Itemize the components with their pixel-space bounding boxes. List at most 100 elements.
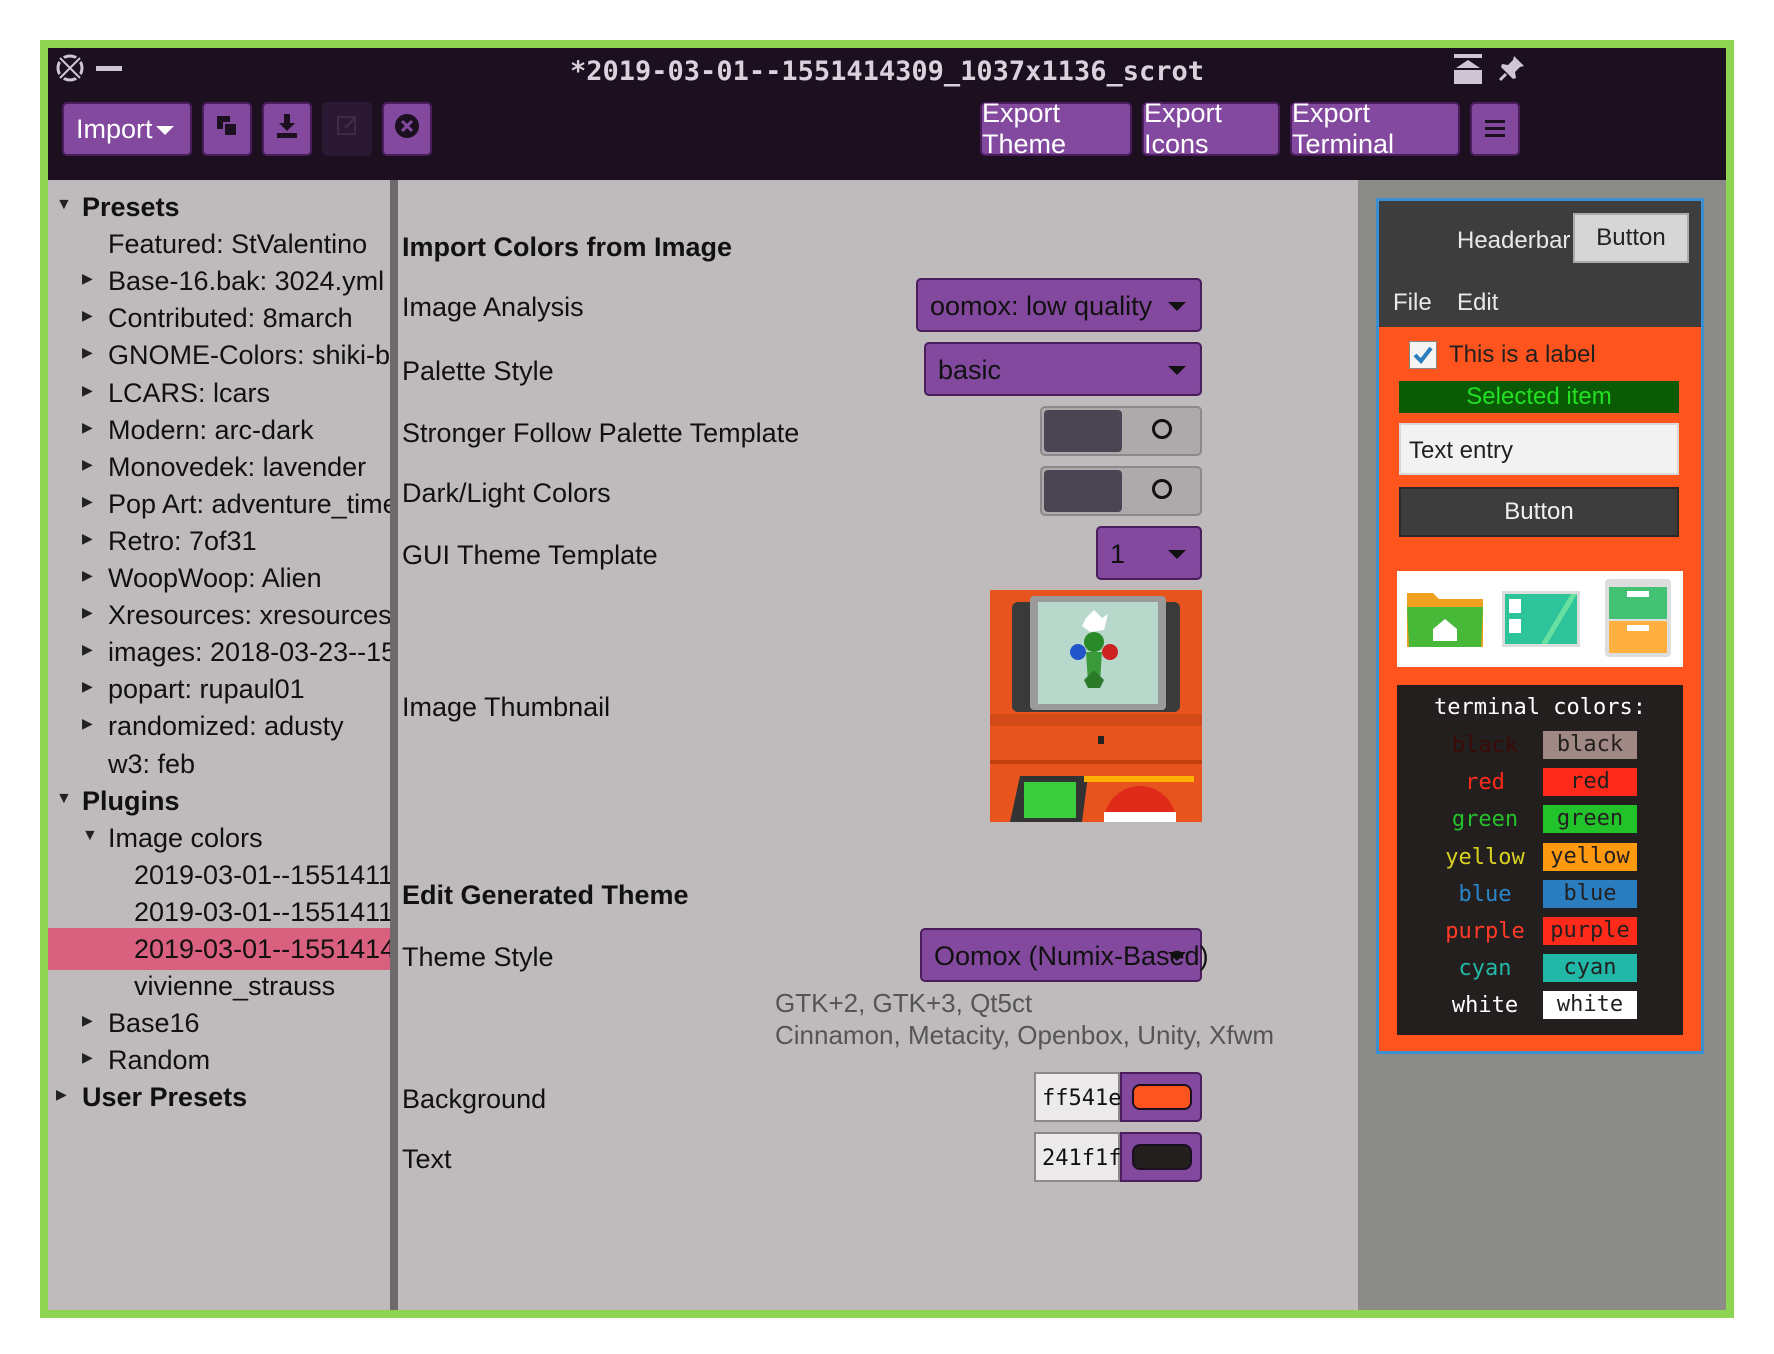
pane-splitter[interactable] xyxy=(390,180,398,1310)
color-swatch xyxy=(1132,1084,1192,1110)
expand-right-icon[interactable]: ▶ xyxy=(82,641,93,658)
remove-button[interactable] xyxy=(382,102,432,156)
preview-selected-item[interactable]: Selected item xyxy=(1399,381,1679,413)
preset-tree: ▼ Presets Featured: StValentino ▶ Base-16.ba… xyxy=(48,180,390,1310)
tree-item-label: vivienne_strauss xyxy=(134,971,336,1002)
expand-right-icon[interactable]: ▶ xyxy=(82,270,93,287)
tree-item[interactable]: vivienne_strauss xyxy=(48,965,390,1007)
tree-item[interactable]: ▶ popart: rupaul01 xyxy=(48,668,390,710)
expand-right-icon[interactable]: ▶ xyxy=(56,1086,67,1103)
image-thumbnail xyxy=(990,590,1202,822)
tree-item[interactable]: ▶ User Presets xyxy=(48,1076,390,1118)
stronger-follow-switch[interactable] xyxy=(1040,406,1202,456)
tree-item[interactable]: ▶ Contributed: 8march xyxy=(48,297,390,339)
import-colors-header: Import Colors from Image xyxy=(402,232,733,262)
terminal-color-row: blue blue xyxy=(1397,878,1683,914)
expand-right-icon[interactable]: ▶ xyxy=(82,419,93,436)
tree-item[interactable]: ▶ LCARS: lcars xyxy=(48,372,390,414)
expand-right-icon[interactable]: ▶ xyxy=(82,493,93,510)
tree-item[interactable]: ▶ Base16 xyxy=(48,1002,390,1044)
expand-right-icon[interactable]: ▶ xyxy=(82,344,93,361)
tree-item-label: Pop Art: adventure_time xyxy=(108,488,390,519)
menu-edit[interactable]: Edit xyxy=(1457,289,1498,317)
gui-template-dropdown[interactable]: 1 xyxy=(1096,526,1202,580)
terminal-preview: terminal colors: black black red red green gr… xyxy=(1397,685,1683,1035)
switch-off-icon xyxy=(1152,419,1172,439)
preview-frame: Headerbar Button File Edit This is a lab… xyxy=(1376,198,1704,1054)
expand-right-icon[interactable]: ▶ xyxy=(82,567,93,584)
tree-item[interactable]: 2019-03-01--1551411 xyxy=(48,854,390,896)
expand-right-icon[interactable]: ▶ xyxy=(82,382,93,399)
palette-style-label: Palette Style xyxy=(402,356,554,386)
tree-item-label: Featured: StValentino xyxy=(108,229,368,260)
tree-item-label: 2019-03-01--1551414 xyxy=(134,934,390,964)
tree-item[interactable]: ▶ Monovedek: lavender xyxy=(48,446,390,488)
tree-item[interactable]: ▶ WoopWoop: Alien xyxy=(48,557,390,599)
maximize-icon[interactable] xyxy=(1452,52,1484,93)
tree-item[interactable]: ▶ Random xyxy=(48,1039,390,1081)
import-menu-button[interactable]: Import xyxy=(62,102,192,156)
dark-light-switch[interactable] xyxy=(1040,466,1202,516)
tree-item[interactable]: 2019-03-01--1551411 xyxy=(48,891,390,933)
chevron-down-icon xyxy=(1168,550,1186,559)
export-theme-button[interactable]: Export Theme xyxy=(980,98,1132,159)
tree-item[interactable]: Featured: StValentino xyxy=(48,223,390,265)
tree-item[interactable]: ▼ Presets xyxy=(48,186,390,228)
expand-right-icon[interactable]: ▶ xyxy=(82,715,93,732)
theme-style-dropdown[interactable]: Oomox (Numix-Based) xyxy=(920,928,1209,982)
preview-text-entry[interactable]: Text entry xyxy=(1399,423,1679,475)
save-button[interactable] xyxy=(262,102,312,156)
expand-right-icon[interactable]: ▶ xyxy=(82,530,93,547)
expand-right-icon[interactable]: ▶ xyxy=(82,1012,93,1029)
tree-item-label: Contributed: 8march xyxy=(108,303,353,334)
text-color-button[interactable] xyxy=(1120,1132,1202,1182)
export-icons-button[interactable]: Export Icons xyxy=(1142,98,1280,159)
tree-item[interactable]: ▶ images: 2018-03-23--15 xyxy=(48,631,390,673)
menu-file[interactable]: File xyxy=(1393,289,1432,317)
text-color-picker[interactable]: 241f1f xyxy=(1034,1132,1202,1182)
tree-item[interactable]: ▶ Xresources: xresources xyxy=(48,594,390,636)
hamburger-menu-button[interactable] xyxy=(1470,102,1520,156)
tree-item[interactable]: ▶ Retro: 7of31 xyxy=(48,520,390,562)
chevron-down-icon xyxy=(1168,366,1186,375)
tree-item[interactable]: 2019-03-01--1551414 xyxy=(48,928,390,970)
expand-right-icon[interactable]: ▶ xyxy=(82,456,93,473)
preview-button[interactable]: Button xyxy=(1399,487,1679,537)
expand-down-icon[interactable]: ▼ xyxy=(82,827,98,845)
expand-right-icon[interactable]: ▶ xyxy=(82,1049,93,1066)
tree-item-label: Base16 xyxy=(108,1008,200,1039)
terminal-color-bg: black xyxy=(1543,731,1637,759)
tree-item-label: Base-16.bak: 3024.yml xyxy=(108,266,385,297)
tree-item[interactable]: ▶ Pop Art: adventure_time xyxy=(48,483,390,525)
pin-icon[interactable] xyxy=(1498,54,1526,89)
tree-item[interactable]: w3: feb xyxy=(48,743,390,785)
clone-button[interactable] xyxy=(202,102,252,156)
preview-checkbox[interactable] xyxy=(1409,341,1437,369)
terminal-color-bg: yellow xyxy=(1543,842,1637,871)
palette-style-value: basic xyxy=(938,355,1002,385)
tree-item[interactable]: ▼ Image colors xyxy=(48,817,390,859)
tree-item[interactable]: ▶ GNOME-Colors: shiki-brave xyxy=(48,334,390,376)
image-analysis-dropdown[interactable]: oomox: low quality xyxy=(916,278,1202,332)
copy-icon xyxy=(215,114,239,145)
headerbar-button[interactable]: Button xyxy=(1573,213,1689,263)
rename-button[interactable] xyxy=(322,102,372,156)
export-terminal-button[interactable]: Export Terminal xyxy=(1290,98,1460,159)
tree-item[interactable]: ▼ Plugins xyxy=(48,780,390,822)
palette-style-dropdown[interactable]: basic xyxy=(924,342,1202,396)
text-hex-field[interactable]: 241f1f xyxy=(1034,1132,1121,1182)
expand-down-icon[interactable]: ▼ xyxy=(56,196,72,214)
background-hex-field[interactable]: ff541e xyxy=(1034,1072,1121,1122)
expand-right-icon[interactable]: ▶ xyxy=(82,307,93,324)
tree-item[interactable]: ▶ Modern: arc-dark xyxy=(48,409,390,451)
expand-right-icon[interactable]: ▶ xyxy=(82,604,93,621)
expand-down-icon[interactable]: ▼ xyxy=(56,790,72,808)
tree-item[interactable]: ▶ randomized: adusty xyxy=(48,705,390,747)
chevron-down-icon xyxy=(1168,302,1186,311)
tree-item[interactable]: ▶ Base-16.bak: 3024.yml xyxy=(48,260,390,302)
terminal-color-bg: white xyxy=(1543,991,1637,1020)
expand-right-icon[interactable]: ▶ xyxy=(82,678,93,695)
background-color-picker[interactable]: ff541e xyxy=(1034,1072,1202,1122)
thumbnail-label: Image Thumbnail xyxy=(402,692,611,722)
background-color-button[interactable] xyxy=(1120,1072,1202,1122)
